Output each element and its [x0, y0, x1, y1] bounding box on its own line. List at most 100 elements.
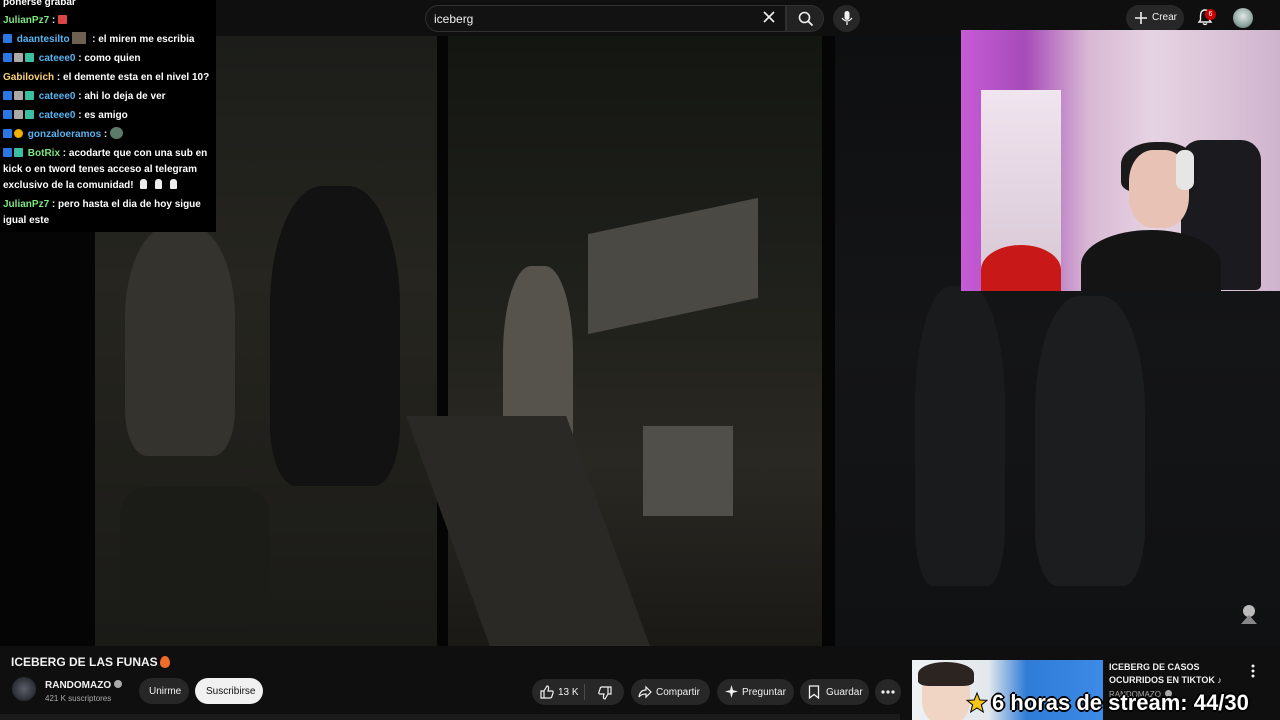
- chat-text: :: [51, 15, 56, 26]
- webcam-plush: [981, 245, 1061, 291]
- channel-watermark-icon[interactable]: [1238, 602, 1260, 626]
- video-figure-dark-1: [915, 286, 1005, 586]
- recommended-video-title[interactable]: ICEBERG DE CASOS OCURRIDOS EN TIKTOK ♪: [1109, 661, 1239, 687]
- moderator-badge-icon: [25, 53, 34, 62]
- subscribe-label: Suscribirse: [206, 686, 256, 697]
- search-input[interactable]: iceberg: [425, 5, 786, 32]
- sub-badge-icon: [14, 110, 23, 119]
- chat-message: BotRix : acodarte que con una sub en kic…: [3, 146, 213, 194]
- kick-badge-icon: [3, 129, 12, 138]
- kick-badge-icon: [3, 53, 12, 62]
- save-label: Guardar: [826, 687, 863, 698]
- emote-icon: [72, 32, 87, 44]
- share-label: Compartir: [656, 687, 700, 698]
- chat-text: : el demente esta en el nivel 10?: [56, 72, 210, 83]
- chat-message: JulianPz7 : pero hasta el dia de hoy sig…: [3, 197, 213, 229]
- chat-message: cateee0 : ahi lo deja de ver: [3, 89, 213, 105]
- subscribe-button[interactable]: Suscribirse: [195, 678, 263, 704]
- more-horizontal-icon: [881, 690, 895, 694]
- like-dislike-group: 13 K: [532, 679, 624, 705]
- voice-search-button[interactable]: [833, 5, 860, 32]
- video-box: [643, 426, 733, 516]
- more-actions-button[interactable]: [875, 679, 901, 705]
- video-title: ICEBERG DE LAS FUNAS: [11, 655, 170, 669]
- star-icon: [966, 692, 988, 714]
- close-icon[interactable]: [762, 10, 776, 24]
- like-divider: [584, 684, 585, 700]
- sparkle-icon: [725, 685, 738, 698]
- video-wheelchair: [120, 486, 270, 626]
- share-button[interactable]: Compartir: [631, 679, 710, 705]
- stage: emium AR iceberg Crear: [0, 0, 1280, 720]
- subscriber-badge-icon: [58, 15, 68, 24]
- stream-hours-text: 6 horas de stream: 44/30: [992, 690, 1249, 715]
- moderator-badge-icon: [25, 110, 34, 119]
- search-button[interactable]: [786, 5, 824, 32]
- video-table: [588, 197, 758, 335]
- ask-label: Preguntar: [742, 687, 786, 698]
- chat-text: ponerse grabar: [3, 0, 76, 8]
- bookmark-icon: [808, 685, 820, 699]
- channel-name-text[interactable]: RANDOMAZO: [45, 680, 111, 691]
- like-count[interactable]: 13 K: [558, 687, 579, 698]
- chat-username: cateee0: [38, 110, 76, 121]
- ask-button[interactable]: Preguntar: [717, 679, 794, 705]
- bot-badge-icon: [14, 148, 23, 157]
- kick-badge-icon: [3, 148, 12, 157]
- fire-icon: [159, 656, 170, 668]
- kick-badge-icon: [3, 34, 12, 43]
- join-button[interactable]: Unirme: [139, 678, 189, 704]
- gift-badge-icon: [14, 129, 23, 138]
- chat-username: Gabilovich: [3, 72, 55, 83]
- like-icon[interactable]: [540, 685, 554, 699]
- chat-text: : ahi lo deja de ver: [78, 91, 166, 102]
- save-button[interactable]: Guardar: [800, 679, 869, 705]
- video-figure-boy: [125, 226, 235, 456]
- thumbnail-hair: [918, 662, 974, 686]
- video-board: [406, 416, 650, 646]
- chat-text: : como quien: [78, 53, 141, 64]
- microphone-icon: [841, 11, 853, 25]
- chat-username: cateee0: [38, 91, 76, 102]
- chat-username: JulianPz7: [3, 15, 50, 26]
- chat-username: gonzaloeramos: [27, 129, 102, 140]
- plus-icon: [1135, 12, 1147, 24]
- channel-avatar[interactable]: [12, 677, 36, 701]
- join-label: Unirme: [149, 686, 182, 697]
- chat-message: cateee0 : es amigo: [3, 108, 213, 124]
- video-title-text: ICEBERG DE LAS FUNAS: [11, 655, 158, 669]
- chat-message: JulianPz7 :: [3, 13, 213, 29]
- video-figure-dark-2: [1035, 296, 1145, 586]
- video-panel-middle: [406, 36, 822, 646]
- emote-icon: [110, 127, 124, 139]
- dislike-icon[interactable]: [598, 686, 612, 700]
- chat-message: Gabilovich : el demente esta en el nivel…: [3, 70, 213, 86]
- headset-icon: [1176, 150, 1194, 190]
- notification-badge: 6: [1205, 9, 1216, 20]
- channel-name[interactable]: RANDOMAZO: [45, 680, 123, 691]
- description-bar[interactable]: [0, 714, 900, 720]
- chat-username: daantesilto: [16, 34, 70, 45]
- chat-username: cateee0: [38, 53, 76, 64]
- chat-message: cateee0 : como quien: [3, 51, 213, 67]
- kick-badge-icon: [3, 91, 12, 100]
- share-icon: [638, 685, 652, 699]
- chat-text: : el miren me escribia: [92, 34, 195, 45]
- subscriber-count: 421 K suscriptores: [45, 694, 112, 703]
- webcam-person-body: [1081, 230, 1221, 291]
- search-input-value[interactable]: iceberg: [434, 12, 473, 26]
- video-figure-man: [270, 186, 400, 486]
- chat-message: daantesilto : el miren me escribia: [3, 32, 213, 48]
- chat-text: :: [103, 129, 108, 140]
- figure-emoji-icon: [140, 179, 148, 189]
- stream-chat-overlay: ponerse grabar JulianPz7 : daantesilto :…: [0, 0, 216, 232]
- chat-username: BotRix: [27, 148, 61, 159]
- sub-badge-icon: [14, 53, 23, 62]
- create-button[interactable]: Crear: [1126, 5, 1184, 31]
- sub-badge-icon: [14, 91, 23, 100]
- chat-username: JulianPz7: [3, 199, 50, 210]
- chat-message: gonzaloeramos :: [3, 127, 213, 143]
- create-label: Crear: [1152, 12, 1178, 23]
- account-avatar[interactable]: [1233, 8, 1253, 28]
- more-vertical-icon[interactable]: [1248, 664, 1258, 678]
